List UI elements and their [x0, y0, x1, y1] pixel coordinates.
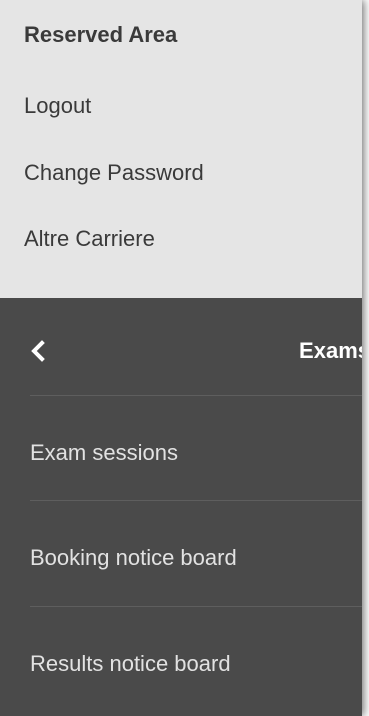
menu-item-results-notice-board[interactable]: Results notice board: [30, 651, 231, 677]
menu-divider: [30, 606, 362, 607]
change-password-link[interactable]: Change Password: [24, 160, 204, 186]
menu-item-exam-sessions[interactable]: Exam sessions: [30, 440, 178, 466]
exams-menu-section: Exams Exam sessions Booking notice board…: [0, 298, 362, 716]
menu-divider: [30, 395, 362, 396]
menu-item-booking-notice-board[interactable]: Booking notice board: [30, 545, 237, 571]
reserved-area-title: Reserved Area: [24, 22, 178, 47]
logout-link[interactable]: Logout: [24, 93, 91, 119]
exams-menu-header: Exams: [0, 298, 362, 395]
exams-menu-title: Exams: [299, 338, 362, 363]
side-menu-panel: Reserved Area Logout Change Password Alt…: [0, 0, 362, 716]
menu-divider: [30, 500, 362, 501]
chevron-left-icon[interactable]: [30, 340, 46, 362]
reserved-area-section: Reserved Area Logout Change Password Alt…: [0, 0, 362, 298]
altre-carriere-link[interactable]: Altre Carriere: [24, 226, 155, 252]
